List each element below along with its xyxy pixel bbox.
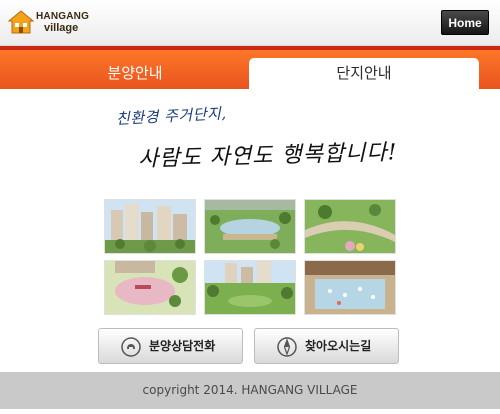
park-plaza-photo bbox=[204, 199, 296, 254]
logo-text-village: village bbox=[44, 22, 79, 34]
footer: copyright 2014. HANGANG VILLAGE bbox=[0, 372, 500, 409]
hangang-village-logo[interactable]: HANGANG village bbox=[8, 9, 90, 37]
copyright-text: copyright 2014. HANGANG VILLAGE bbox=[142, 383, 358, 397]
tagline-eco-residence: 친환경 주거단지, bbox=[115, 104, 227, 128]
directions-button[interactable]: 찾아오시는길 bbox=[254, 328, 399, 364]
playground-photo bbox=[104, 260, 196, 315]
lawn-apartments-photo bbox=[204, 260, 296, 315]
apartment-towers-photo bbox=[104, 199, 196, 254]
house-icon bbox=[8, 10, 34, 34]
app-header: HANGANG village Home bbox=[0, 0, 500, 46]
water-plaza-photo bbox=[304, 260, 396, 315]
tab-bar: 분양안내 단지안내 bbox=[0, 46, 500, 89]
tab-complex-info[interactable]: 단지안내 bbox=[249, 58, 479, 89]
compass-icon bbox=[277, 337, 297, 357]
sales-consult-call-button[interactable]: 분양상담전화 bbox=[98, 328, 243, 364]
garden-path-photo bbox=[304, 199, 396, 254]
phone-icon bbox=[121, 337, 141, 357]
home-button[interactable]: Home bbox=[441, 10, 489, 35]
tagline-happy-nature: 사람도 자연도 행복합니다! bbox=[137, 140, 398, 172]
directions-button-label: 찾아오시는길 bbox=[305, 339, 372, 353]
call-button-label: 분양상담전화 bbox=[149, 339, 216, 353]
tab-sales-info[interactable]: 분양안내 bbox=[20, 58, 250, 89]
logo-text-hangang: HANGANG bbox=[36, 11, 90, 22]
